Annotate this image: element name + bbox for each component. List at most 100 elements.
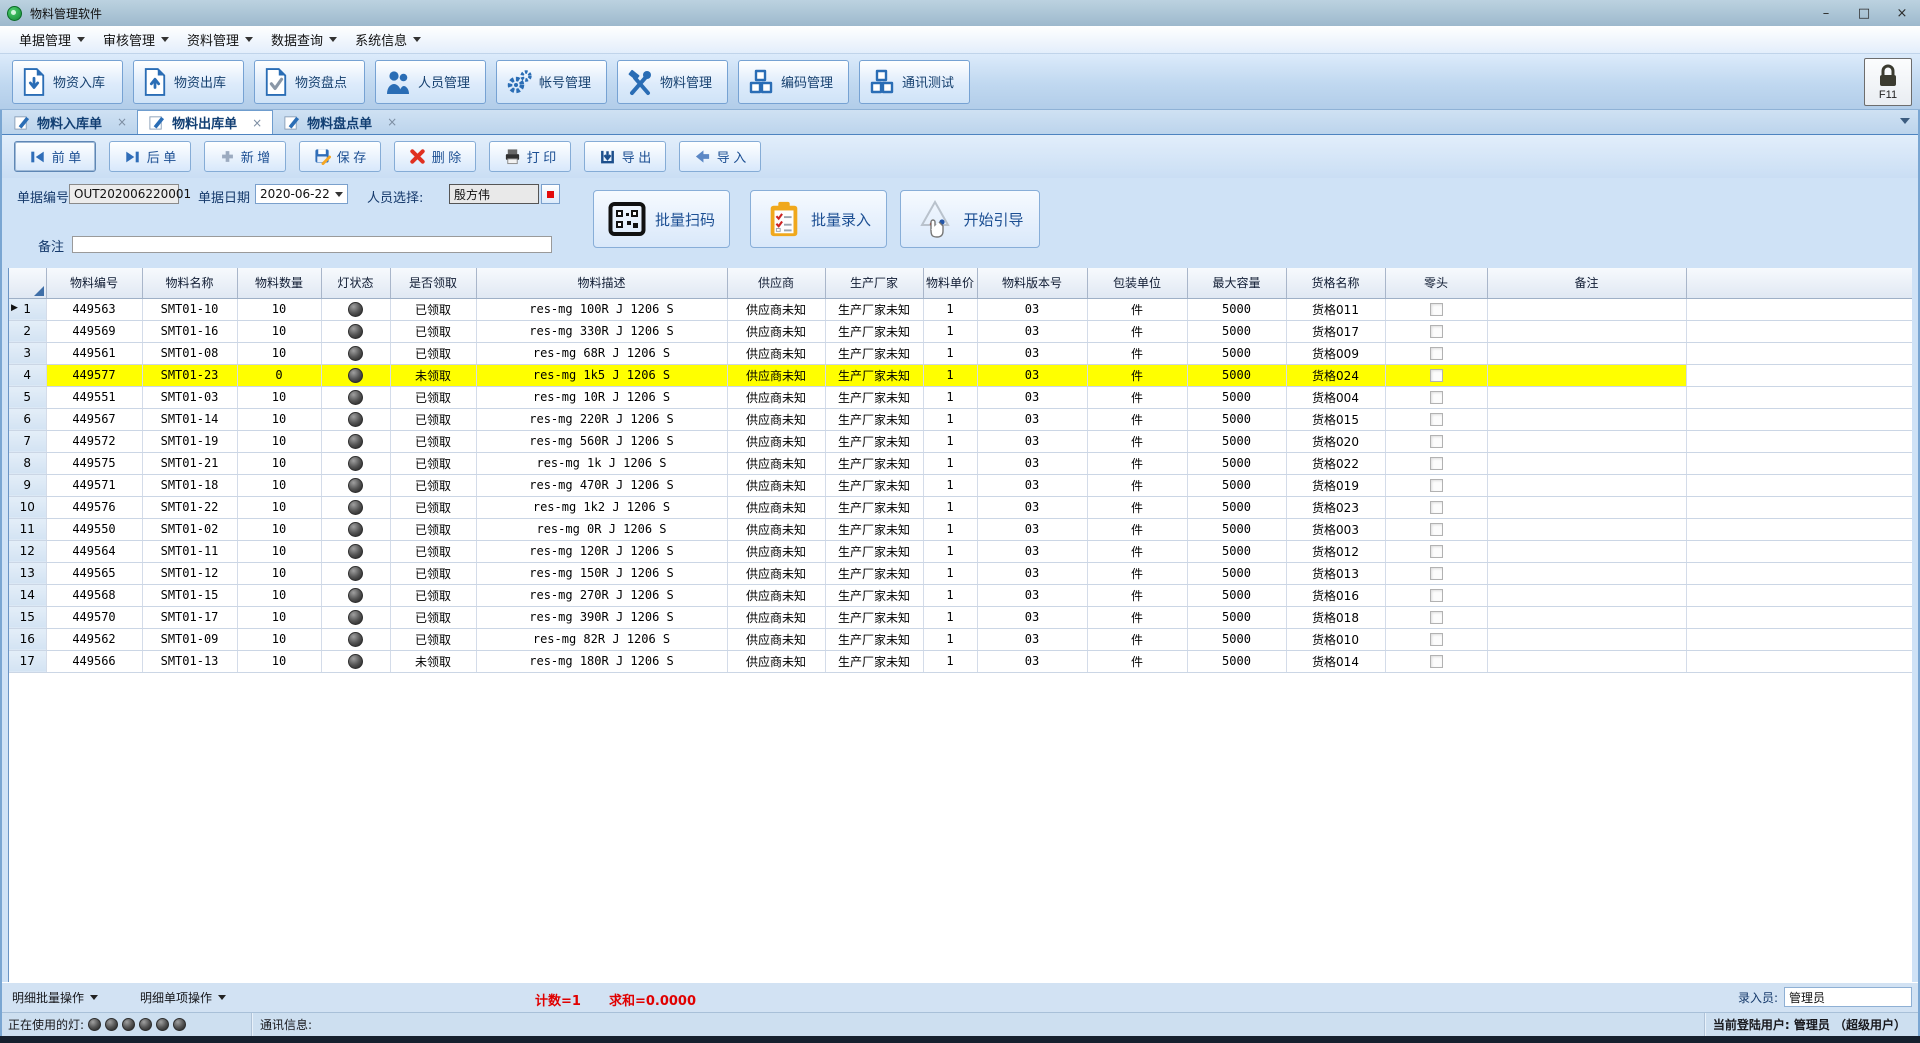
cell-capacity[interactable]: 5000	[1187, 540, 1286, 562]
detail-single-ops-button[interactable]: 明细单项操作	[140, 989, 226, 1006]
cell-flag[interactable]	[1385, 540, 1487, 562]
export-button[interactable]: 导 出	[584, 141, 666, 172]
cell-slot[interactable]: 货格016	[1286, 584, 1385, 606]
cell-qty[interactable]: 10	[237, 584, 321, 606]
menu-data-management[interactable]: 资料管理	[178, 26, 262, 53]
fraction-checkbox[interactable]	[1430, 545, 1443, 558]
cell-price[interactable]: 1	[923, 474, 977, 496]
cell-price[interactable]: 1	[923, 430, 977, 452]
cell-price[interactable]: 1	[923, 562, 977, 584]
cell-capacity[interactable]: 5000	[1187, 562, 1286, 584]
cell-lamp[interactable]	[321, 298, 390, 320]
cell-capacity[interactable]: 5000	[1187, 298, 1286, 320]
cell-name[interactable]: SMT01-17	[142, 606, 237, 628]
cell-desc[interactable]: res-mg 1k J 1206 S	[476, 452, 727, 474]
cell-supplier[interactable]: 供应商未知	[727, 452, 825, 474]
cell-desc[interactable]: res-mg 82R J 1206 S	[476, 628, 727, 650]
row-number-cell[interactable]: 17	[9, 650, 46, 672]
cell-maker[interactable]: 生产厂家未知	[825, 540, 923, 562]
fraction-checkbox[interactable]	[1430, 567, 1443, 580]
table-row[interactable]: 3449561SMT01-0810已领取res-mg 68R J 1206 S供…	[9, 342, 1912, 364]
cell-desc[interactable]: res-mg 390R J 1206 S	[476, 606, 727, 628]
cell-unit[interactable]: 件	[1087, 298, 1187, 320]
col-header-supplier[interactable]: 供应商	[727, 268, 825, 298]
cell-capacity[interactable]: 5000	[1187, 452, 1286, 474]
cell-slot[interactable]: 货格004	[1286, 386, 1385, 408]
minimize-button[interactable]: –	[1818, 6, 1834, 21]
cell-unit[interactable]: 件	[1087, 540, 1187, 562]
cell-slot[interactable]: 货格015	[1286, 408, 1385, 430]
cell-name[interactable]: SMT01-23	[142, 364, 237, 386]
tab-close-icon[interactable]: ×	[387, 115, 397, 129]
cell-remark[interactable]	[1487, 452, 1686, 474]
cell-taken[interactable]: 已领取	[390, 584, 476, 606]
cell-price[interactable]: 1	[923, 496, 977, 518]
person-field[interactable]: 殷方伟	[449, 184, 539, 204]
cell-desc[interactable]: res-mg 68R J 1206 S	[476, 342, 727, 364]
fraction-checkbox[interactable]	[1430, 633, 1443, 646]
cell-remark[interactable]	[1487, 584, 1686, 606]
cell-version[interactable]: 03	[977, 584, 1087, 606]
fraction-checkbox[interactable]	[1430, 589, 1443, 602]
cell-qty[interactable]: 10	[237, 430, 321, 452]
cell-taken[interactable]: 未领取	[390, 364, 476, 386]
cell-maker[interactable]: 生产厂家未知	[825, 496, 923, 518]
cell-capacity[interactable]: 5000	[1187, 584, 1286, 606]
fraction-checkbox[interactable]	[1430, 347, 1443, 360]
table-row[interactable]: 9449571SMT01-1810已领取res-mg 470R J 1206 S…	[9, 474, 1912, 496]
cell-remark[interactable]	[1487, 320, 1686, 342]
cell-lamp[interactable]	[321, 386, 390, 408]
close-button[interactable]: ×	[1894, 6, 1910, 21]
cell-flag[interactable]	[1385, 650, 1487, 672]
cell-remark[interactable]	[1487, 628, 1686, 650]
cell-qty[interactable]: 10	[237, 386, 321, 408]
tab-material-outbound[interactable]: 物料出库单 ×	[137, 110, 273, 134]
cell-code[interactable]: 449572	[46, 430, 142, 452]
cell-taken[interactable]: 已领取	[390, 342, 476, 364]
menu-audit-management[interactable]: 审核管理	[94, 26, 178, 53]
cell-version[interactable]: 03	[977, 606, 1087, 628]
cell-desc[interactable]: res-mg 470R J 1206 S	[476, 474, 727, 496]
row-number-cell[interactable]: 11	[9, 518, 46, 540]
fraction-checkbox[interactable]	[1430, 413, 1443, 426]
cell-code[interactable]: 449570	[46, 606, 142, 628]
cell-capacity[interactable]: 5000	[1187, 650, 1286, 672]
cell-maker[interactable]: 生产厂家未知	[825, 650, 923, 672]
cell-code[interactable]: 449568	[46, 584, 142, 606]
cell-version[interactable]: 03	[977, 408, 1087, 430]
cell-code[interactable]: 449561	[46, 342, 142, 364]
toolbar-button-personnel[interactable]: 人员管理	[375, 60, 486, 104]
table-row[interactable]: ▶1449563SMT01-1010已领取res-mg 100R J 1206 …	[9, 298, 1912, 320]
cell-price[interactable]: 1	[923, 650, 977, 672]
toolbar-button-material[interactable]: 物料管理	[617, 60, 728, 104]
cell-taken[interactable]: 已领取	[390, 298, 476, 320]
cell-maker[interactable]: 生产厂家未知	[825, 606, 923, 628]
cell-capacity[interactable]: 5000	[1187, 518, 1286, 540]
cell-code[interactable]: 449550	[46, 518, 142, 540]
cell-desc[interactable]: res-mg 560R J 1206 S	[476, 430, 727, 452]
row-number-cell[interactable]: 14	[9, 584, 46, 606]
cell-name[interactable]: SMT01-02	[142, 518, 237, 540]
cell-taken[interactable]: 已领取	[390, 320, 476, 342]
fraction-checkbox[interactable]	[1430, 369, 1443, 382]
cell-qty[interactable]: 0	[237, 364, 321, 386]
cell-remark[interactable]	[1487, 364, 1686, 386]
cell-capacity[interactable]: 5000	[1187, 364, 1286, 386]
cell-taken[interactable]: 已领取	[390, 628, 476, 650]
batch-entry-button[interactable]: 批量录入	[750, 190, 887, 248]
cell-unit[interactable]: 件	[1087, 320, 1187, 342]
cell-qty[interactable]: 10	[237, 540, 321, 562]
cell-name[interactable]: SMT01-13	[142, 650, 237, 672]
cell-remark[interactable]	[1487, 606, 1686, 628]
fraction-checkbox[interactable]	[1430, 303, 1443, 316]
menu-order-management[interactable]: 单据管理	[10, 26, 94, 53]
cell-supplier[interactable]: 供应商未知	[727, 562, 825, 584]
cell-flag[interactable]	[1385, 474, 1487, 496]
col-header-desc[interactable]: 物料描述	[476, 268, 727, 298]
cell-unit[interactable]: 件	[1087, 386, 1187, 408]
col-header-price[interactable]: 物料单价	[923, 268, 977, 298]
tab-material-stocktake[interactable]: 物料盘点单 ×	[273, 110, 407, 134]
cell-maker[interactable]: 生产厂家未知	[825, 320, 923, 342]
cell-unit[interactable]: 件	[1087, 474, 1187, 496]
cell-lamp[interactable]	[321, 452, 390, 474]
